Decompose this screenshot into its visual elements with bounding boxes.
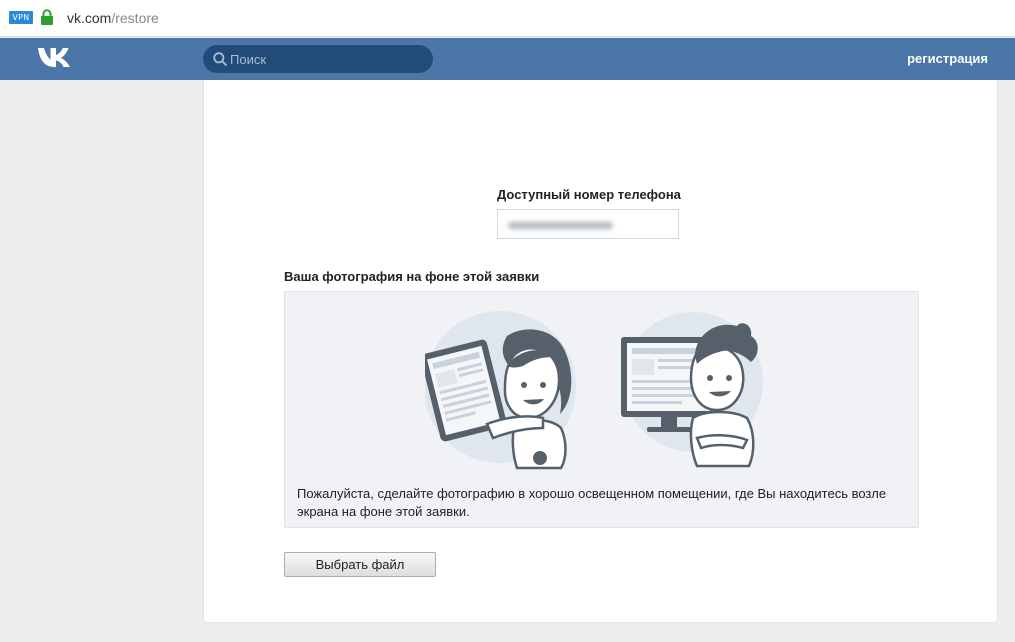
search-input[interactable] bbox=[230, 45, 425, 73]
register-link[interactable]: регистрация bbox=[907, 51, 988, 66]
phone-label: Доступный номер телефона bbox=[497, 187, 681, 202]
lock-icon[interactable] bbox=[40, 9, 54, 26]
search-icon bbox=[213, 52, 227, 66]
man-with-monitor-illustration bbox=[621, 312, 763, 468]
browser-address-bar: VPN vk.com/restore bbox=[0, 0, 1015, 37]
phone-field[interactable] bbox=[497, 209, 679, 239]
woman-with-tablet-illustration bbox=[425, 311, 576, 470]
site-header: регистрация bbox=[0, 38, 1015, 80]
phone-value-redacted bbox=[508, 222, 613, 229]
choose-file-button[interactable]: Выбрать файл bbox=[284, 552, 436, 577]
url-field[interactable]: vk.com/restore bbox=[67, 10, 159, 26]
photo-label: Ваша фотография на фоне этой заявки bbox=[284, 269, 540, 284]
vpn-badge[interactable]: VPN bbox=[9, 11, 33, 24]
vk-logo-icon[interactable] bbox=[37, 46, 72, 68]
selfie-illustration bbox=[425, 311, 763, 470]
url-host: vk.com bbox=[67, 10, 112, 26]
photo-instructions-box: Пожалуйста, сделайте фотографию в хорошо… bbox=[284, 291, 919, 528]
photo-instruction-text: Пожалуйста, сделайте фотографию в хорошо… bbox=[297, 486, 887, 519]
search-box[interactable] bbox=[203, 45, 433, 73]
url-path: /restore bbox=[111, 10, 159, 26]
restore-form-card: Доступный номер телефона Ваша фотография… bbox=[203, 80, 998, 623]
